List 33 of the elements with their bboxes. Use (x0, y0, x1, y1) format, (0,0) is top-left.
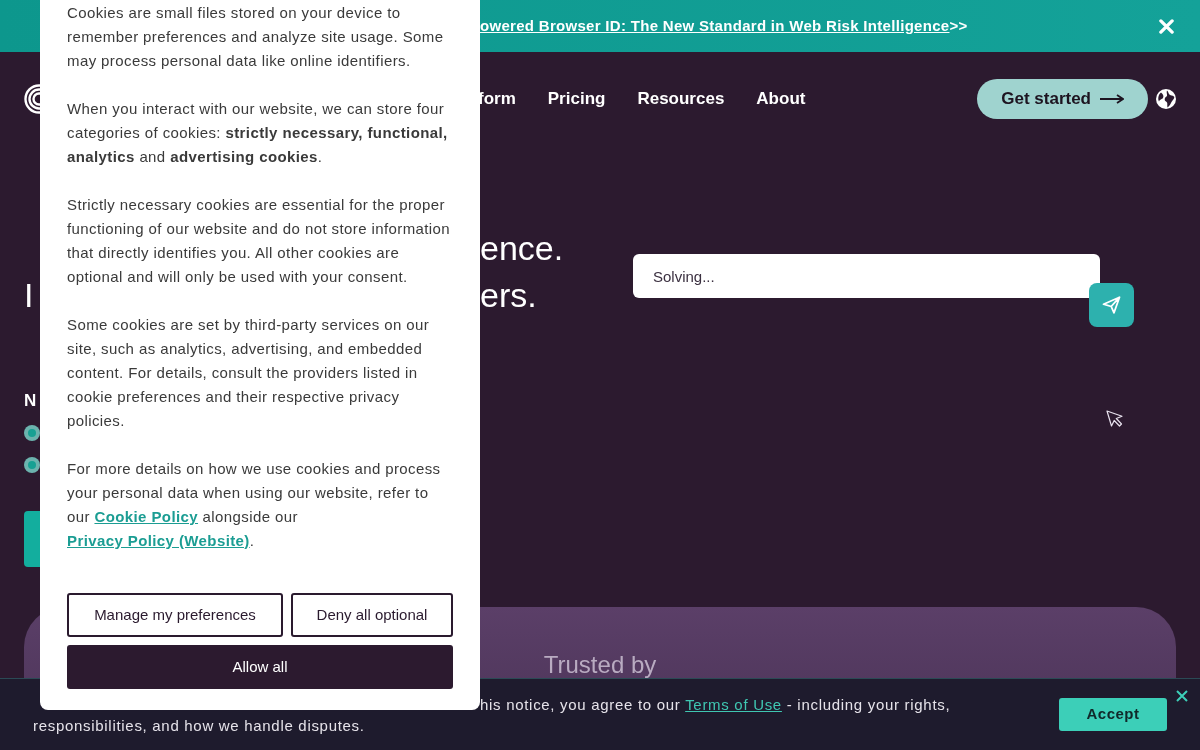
cookie-notice-text: Cookies are small files stored on your device to remember preferences and analyze site usage. Some may process personal data like online identifiers. (67, 3, 445, 71)
concentric-arcs-logo-icon[interactable] (24, 83, 40, 114)
close-icon[interactable] (1176, 690, 1188, 702)
accept-button[interactable]: Accept (1059, 698, 1167, 731)
nav-link[interactable]: form (478, 85, 516, 112)
send-button[interactable] (1089, 283, 1134, 327)
cookie-notice-text: Some cookies are set by third-party services on our site, such as analytics, advertising, and embedded content. For details, consult the providers listed in cookie preferences and their respective privacy policies. (67, 315, 431, 431)
terms-link[interactable]: Terms of Use (685, 695, 782, 713)
hero-heading: ence. (480, 229, 564, 267)
send-icon (1102, 296, 1121, 314)
announcement-text: owered Browser ID: The New Standard in Web Risk Intelligence>> (480, 15, 968, 36)
hero-heading: I (24, 276, 34, 314)
cookie-notice-text: When you interact with our website, we can store four categories of cookies: strictly necessary, functional, analytics and advertising cookies. (67, 99, 449, 167)
preference-button[interactable]: Manage my preferences (67, 593, 283, 637)
bullet-dot-icon (24, 425, 40, 441)
panel-title: Trusted by (543, 651, 657, 678)
nav-link[interactable]: Pricing (547, 85, 606, 112)
allow-all-button[interactable]: Allow all (67, 645, 453, 689)
arrow-right-icon (1100, 93, 1124, 104)
consent-notice-text: responsibilities, and how we handle disputes. (33, 716, 365, 734)
hero-heading: ers. (480, 276, 537, 314)
hero-subheading: N (24, 390, 37, 412)
cursor-arrow-icon (1106, 410, 1123, 428)
nav-link[interactable]: Resources (637, 85, 725, 112)
cookie-notice-text: Strictly necessary cookies are essential for the proper functioning of our website and do not store information that directly identifies you. All other cookies are optional and will only be used with your consent. (67, 195, 452, 287)
cookie-notice-text: For more details on how we use cookies and process your personal data when using our website, refer to our Cookie Policy alongside our Privacy Policy (Website). (67, 459, 442, 551)
bullet-dot-icon (24, 457, 40, 473)
prompt-field[interactable]: Solving... (633, 254, 1100, 298)
consent-notice-text: his notice, you agree to our Terms of Use - including your rights, (480, 694, 951, 715)
preference-button[interactable]: Deny all optional (291, 593, 453, 637)
globe-icon[interactable] (1156, 88, 1176, 109)
get-started-button[interactable]: Get started (977, 78, 1148, 119)
nav-link[interactable]: About (756, 85, 806, 112)
